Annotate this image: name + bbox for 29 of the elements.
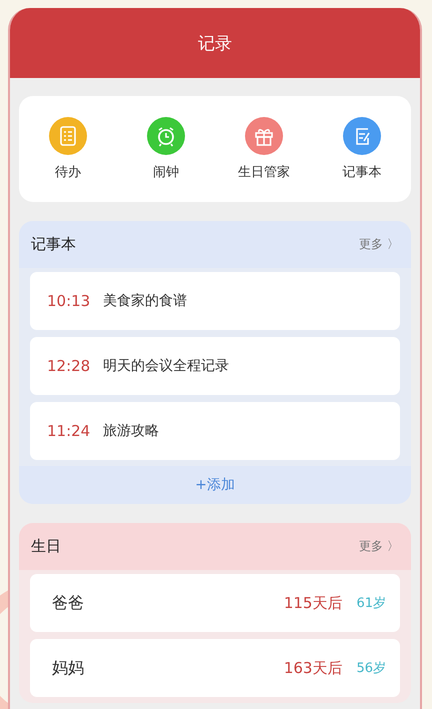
note-title: 明天的会议全程记录: [103, 357, 230, 375]
days-until: 115天后: [284, 594, 342, 612]
age-text: 61岁: [356, 595, 386, 612]
birthday-item[interactable]: 妈妈 163天后 56岁: [30, 639, 400, 697]
more-link[interactable]: 更多 〉: [359, 236, 399, 253]
age-text: 56岁: [356, 660, 386, 677]
note-item[interactable]: 10:13 美食家的食谱: [30, 272, 400, 330]
shortcut-button[interactable]: 记事本: [322, 117, 402, 181]
days-until: 163天后: [284, 658, 342, 678]
shortcut-button[interactable]: 待办: [28, 117, 108, 181]
todo-icon: [49, 117, 87, 155]
birthday-item[interactable]: 爸爸 115天后 61岁: [30, 574, 400, 632]
note-time: 12:28: [47, 357, 90, 375]
note-item[interactable]: 12:28 明天的会议全程记录: [30, 337, 400, 395]
note-time: 11:24: [47, 422, 90, 440]
person-name: 爸爸: [52, 592, 85, 614]
page-title: 记录: [198, 32, 232, 54]
shortcut-button[interactable]: 闹钟: [126, 117, 206, 181]
person-name: 妈妈: [52, 658, 85, 678]
note-icon: [343, 117, 381, 155]
section-title: 生日: [31, 537, 61, 556]
section-title: 记事本: [31, 235, 76, 254]
note-title: 美食家的食谱: [103, 292, 188, 310]
note-time: 10:13: [47, 292, 90, 310]
note-title: 旅游攻略: [103, 422, 160, 440]
alarm-icon: [147, 117, 185, 155]
gift-icon: [245, 117, 283, 155]
note-item[interactable]: 11:24 旅游攻略: [30, 402, 400, 460]
shortcut-button[interactable]: 生日管家: [224, 117, 304, 181]
